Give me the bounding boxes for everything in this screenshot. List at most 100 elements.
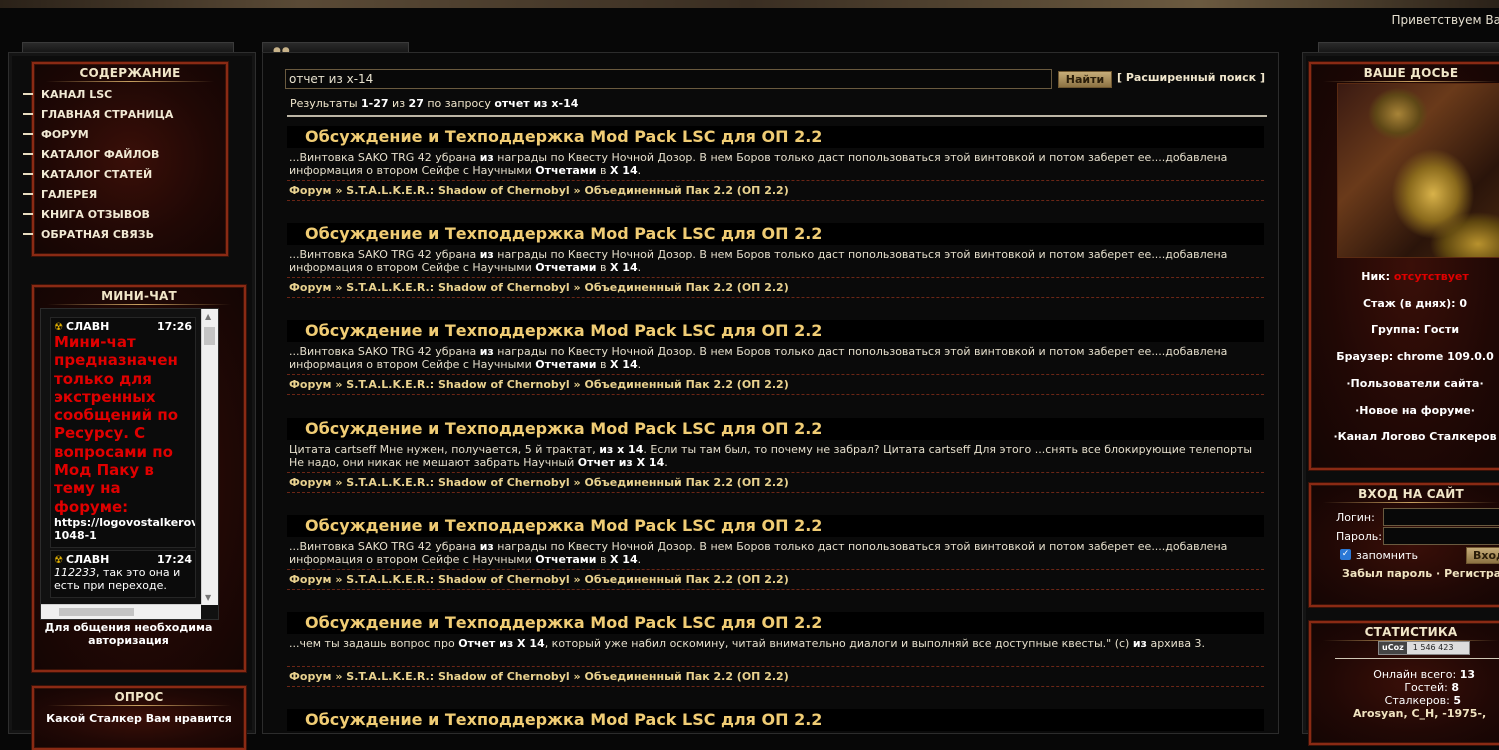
menu-bullet-icon bbox=[23, 213, 33, 215]
radiation-icon: ☢ bbox=[54, 322, 63, 333]
results-summary: Результаты 1-27 из 27 по запросу отчет и… bbox=[290, 97, 579, 110]
register-link[interactable]: Регистрация bbox=[1444, 567, 1499, 580]
new-on-forum-link[interactable]: ·Новое на форуме· bbox=[1325, 404, 1499, 417]
menu-item-label[interactable]: ГАЛЕРЕЯ bbox=[41, 188, 97, 201]
menu-item[interactable]: КАНАЛ LSC bbox=[23, 84, 173, 104]
menu-item-label[interactable]: КНИГА ОТЗЫВОВ bbox=[41, 208, 150, 221]
browser-line: Браузер: chrome 109.0.0 bbox=[1336, 350, 1494, 363]
search-result: Обсуждение и Техподдержка Mod Pack LSC д… bbox=[287, 515, 1264, 590]
users-link[interactable]: ·Пользователи сайта· bbox=[1325, 377, 1499, 390]
result-snippet: ...Винтовка SAKO TRG 42 убрана из наград… bbox=[287, 342, 1264, 375]
scroll-thumb[interactable] bbox=[59, 608, 134, 616]
menu-item[interactable]: КАТАЛОГ СТАТЕЙ bbox=[23, 164, 173, 184]
result-breadcrumb[interactable]: Форум » S.T.A.L.K.E.R.: Shadow of Cherno… bbox=[287, 278, 1264, 298]
nick-value: отсутствует bbox=[1393, 270, 1469, 283]
search-input[interactable]: отчет из х-14 bbox=[285, 69, 1052, 89]
search-result: Обсуждение и Техподдержка Mod Pack LSC д… bbox=[287, 126, 1264, 201]
greeting-text: Приветствуем Ва bbox=[1391, 13, 1499, 27]
chat-author[interactable]: СЛАВН bbox=[66, 553, 109, 566]
visit-counter[interactable]: uCoz 1 546 423 bbox=[1378, 641, 1470, 655]
chat-text: 112233, так это она и есть при переходе. bbox=[54, 566, 181, 592]
stalkers-count: Сталкеров: 5 bbox=[1384, 694, 1461, 707]
result-snippet: ...чем ты задашь вопрос про Отчет из Х 1… bbox=[287, 634, 1264, 667]
online-users-list[interactable]: Arosyan, C_H, -1975-, bbox=[1353, 707, 1499, 720]
menu-item[interactable]: ФОРУМ bbox=[23, 124, 173, 144]
menu-item-label[interactable]: КАНАЛ LSC bbox=[41, 88, 112, 101]
chat-time: 17:24 bbox=[156, 553, 192, 566]
advanced-search-link[interactable]: [ Расширенный поиск ] bbox=[1117, 71, 1265, 84]
chat-message: ☢ СЛАВН 17:26 Мини-чат предназначен тольк… bbox=[50, 317, 196, 548]
scroll-thumb[interactable] bbox=[204, 327, 215, 345]
menu-item[interactable]: КАТАЛОГ ФАЙЛОВ bbox=[23, 144, 173, 164]
menu-item[interactable]: ОБРАТНАЯ СВЯЗЬ bbox=[23, 224, 173, 244]
result-breadcrumb[interactable]: Форум » S.T.A.L.K.E.R.: Shadow of Cherno… bbox=[287, 473, 1264, 493]
stats-title: СТАТИСТИКА bbox=[1311, 625, 1499, 641]
result-title-link[interactable]: Обсуждение и Техподдержка Mod Pack LSC д… bbox=[287, 418, 1264, 440]
chat-time: 17:26 bbox=[156, 320, 192, 333]
result-breadcrumb[interactable]: Форум » S.T.A.L.K.E.R.: Shadow of Cherno… bbox=[287, 667, 1264, 687]
password-label: Пароль: bbox=[1336, 530, 1382, 543]
online-total: Онлайн всего: 13 bbox=[1373, 668, 1475, 681]
poll-title: ОПРОС bbox=[34, 690, 244, 706]
search-result: Обсуждение и Техподдержка Mod Pack LSC д… bbox=[287, 320, 1264, 395]
result-title-link[interactable]: Обсуждение и Техподдержка Mod Pack LSC д… bbox=[287, 223, 1264, 245]
menu-item-label[interactable]: ОБРАТНАЯ СВЯЗЬ bbox=[41, 228, 154, 241]
menu-bullet-icon bbox=[23, 233, 33, 235]
top-decorative-strip bbox=[0, 0, 1499, 8]
search-result: Обсуждение и Техподдержка Mod Pack LSC д… bbox=[287, 709, 1264, 731]
chat-vertical-scrollbar[interactable]: ▲ ▼ bbox=[201, 309, 218, 605]
menu-item-label[interactable]: ФОРУМ bbox=[41, 128, 89, 141]
main-menu: КАНАЛ LSC ГЛАВНАЯ СТРАНИЦА ФОРУМ КАТАЛОГ ФА… bbox=[23, 84, 173, 244]
menu-bullet-icon bbox=[23, 153, 33, 155]
counter-value: 1 546 423 bbox=[1412, 643, 1454, 652]
result-breadcrumb[interactable]: Форум » S.T.A.L.K.E.R.: Shadow of Cherno… bbox=[287, 570, 1264, 590]
result-snippet: ...Винтовка SAKO TRG 42 убрана из наград… bbox=[287, 148, 1264, 181]
results-divider bbox=[287, 115, 1267, 117]
menu-item-label[interactable]: КАТАЛОГ СТАТЕЙ bbox=[41, 168, 152, 181]
chat-horizontal-scrollbar[interactable] bbox=[41, 604, 201, 619]
result-snippet: Цитата cartseff Мне нужен, получается, 5… bbox=[287, 440, 1264, 473]
result-title-link[interactable]: Обсуждение и Техподдержка Mod Pack LSC д… bbox=[287, 320, 1264, 342]
minichat-frame[interactable]: ☢ СЛАВН 17:26 Мини-чат предназначен тольк… bbox=[40, 308, 219, 620]
chat-author[interactable]: СЛАВН bbox=[66, 320, 109, 333]
search-result: Обсуждение и Техподдержка Mod Pack LSC д… bbox=[287, 612, 1264, 687]
login-title: ВХОД НА САЙТ bbox=[1311, 487, 1499, 503]
result-breadcrumb[interactable]: Форум » S.T.A.L.K.E.R.: Shadow of Cherno… bbox=[287, 181, 1264, 201]
result-title-link[interactable]: Обсуждение и Техподдержка Mod Pack LSC д… bbox=[287, 612, 1264, 634]
scroll-down-arrow-icon[interactable]: ▼ bbox=[205, 593, 211, 602]
chat-text: Мини-чат предназначен только для экстрен… bbox=[54, 333, 179, 516]
search-button[interactable]: Найти bbox=[1058, 71, 1112, 88]
stats-divider bbox=[1335, 658, 1499, 659]
result-title-link[interactable]: Обсуждение и Техподдержка Mod Pack LSC д… bbox=[287, 126, 1264, 148]
menu-bullet-icon bbox=[23, 173, 33, 175]
menu-item-label[interactable]: КАТАЛОГ ФАЙЛОВ bbox=[41, 148, 159, 161]
menu-item-label[interactable]: ГЛАВНАЯ СТРАНИЦА bbox=[41, 108, 173, 121]
channel-link[interactable]: ·Канал Логово Сталкеров bbox=[1325, 430, 1499, 443]
login-block: ВХОД НА САЙТ bbox=[1309, 483, 1499, 607]
menu-item[interactable]: КНИГА ОТЗЫВОВ bbox=[23, 204, 173, 224]
menu-bullet-icon bbox=[23, 133, 33, 135]
result-title-link[interactable]: Обсуждение и Техподдержка Mod Pack LSC д… bbox=[287, 709, 1264, 731]
menu-item[interactable]: ГЛАВНАЯ СТРАНИЦА bbox=[23, 104, 173, 124]
chat-link[interactable]: https://logovostalkerov bbox=[51, 516, 195, 529]
menu-bullet-icon bbox=[23, 113, 33, 115]
forgot-password-link[interactable]: Забыл пароль bbox=[1342, 567, 1432, 580]
scroll-up-arrow-icon[interactable]: ▲ bbox=[205, 312, 211, 321]
guests-count: Гостей: 8 bbox=[1404, 681, 1459, 694]
remember-checkbox[interactable]: ✓ bbox=[1340, 549, 1351, 560]
result-snippet: ...Винтовка SAKO TRG 42 убрана из наград… bbox=[287, 245, 1264, 278]
radiation-icon: ☢ bbox=[54, 555, 63, 566]
stazh-line: Стаж (в днях): 0 bbox=[1362, 297, 1468, 310]
chat-quote: 112233 bbox=[54, 566, 96, 579]
user-avatar bbox=[1337, 83, 1499, 258]
menu-item[interactable]: ГАЛЕРЕЯ bbox=[23, 184, 173, 204]
minichat-title: МИНИ-ЧАТ bbox=[34, 289, 244, 305]
result-title-link[interactable]: Обсуждение и Техподдержка Mod Pack LSC д… bbox=[287, 515, 1264, 537]
password-input[interactable] bbox=[1383, 527, 1499, 545]
remember-label: запомнить bbox=[1356, 549, 1419, 562]
result-breadcrumb[interactable]: Форум » S.T.A.L.K.E.R.: Shadow of Cherno… bbox=[287, 375, 1264, 395]
chat-link-continued[interactable]: 1048-1 bbox=[51, 529, 195, 542]
chat-message: ☢ СЛАВН 17:24 112233, так это она и есть … bbox=[50, 550, 196, 598]
login-button[interactable]: Вход bbox=[1466, 547, 1499, 564]
login-input[interactable] bbox=[1383, 508, 1499, 526]
